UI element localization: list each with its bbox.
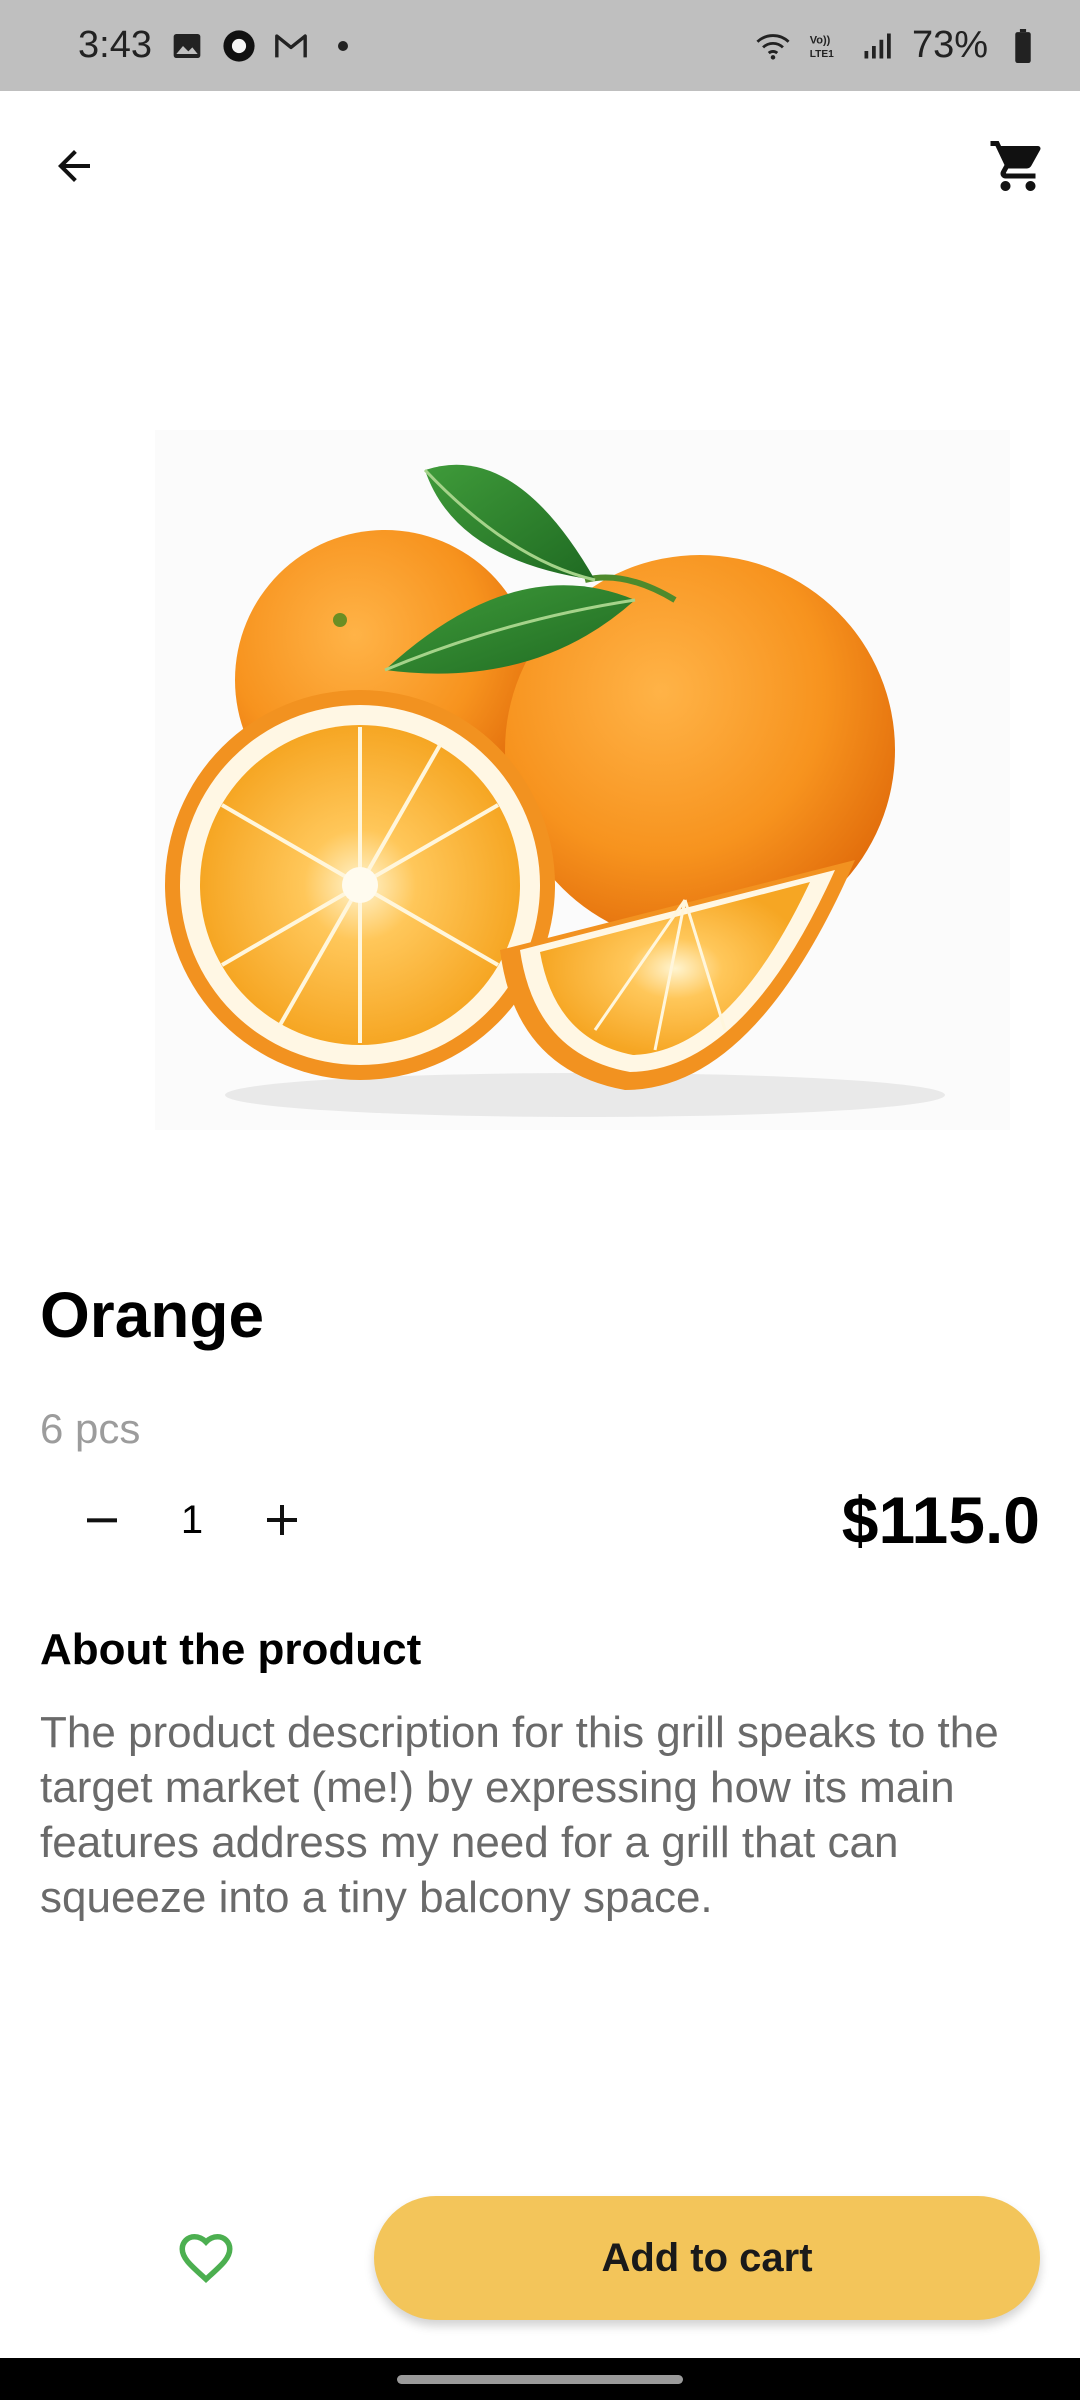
status-bar: 3:43 Vo)) LTE1 73%	[0, 0, 1080, 91]
status-time: 3:43	[78, 24, 152, 66]
gallery-icon	[170, 29, 204, 63]
shopping-cart-icon	[990, 141, 1041, 191]
product-description: The product description for this grill s…	[40, 1708, 999, 1922]
quantity-value: 1	[180, 1497, 204, 1542]
increase-quantity-button[interactable]	[250, 1488, 314, 1552]
svg-text:Vo)): Vo))	[810, 34, 831, 46]
volte-icon: Vo)) LTE1	[808, 29, 842, 63]
back-button[interactable]	[42, 134, 106, 198]
navigation-bar	[0, 2358, 1080, 2400]
product-unit: 6 pcs	[40, 1405, 141, 1452]
decrease-quantity-button[interactable]	[70, 1488, 134, 1552]
add-to-cart-button[interactable]: Add to cart	[374, 2196, 1040, 2320]
status-left: 3:43	[78, 24, 360, 67]
top-app-bar	[0, 91, 1080, 241]
favorite-button[interactable]	[170, 2222, 242, 2294]
plus-icon	[267, 1505, 297, 1535]
quantity-stepper: 1	[70, 1488, 314, 1552]
arrow-left-icon	[58, 150, 90, 182]
app-notification-icon	[222, 29, 256, 63]
signal-icon	[860, 29, 894, 63]
status-right: Vo)) LTE1 73%	[756, 24, 1040, 67]
cart-button[interactable]	[986, 134, 1050, 198]
dot-icon	[326, 29, 360, 63]
heart-outline-icon	[179, 2233, 233, 2283]
wifi-icon	[756, 29, 790, 63]
quantity-price-row: 1 $115.0	[70, 1480, 1040, 1560]
battery-percentage: 73%	[911, 24, 988, 66]
about-title: About the product	[40, 1625, 422, 1674]
home-handle[interactable]	[397, 2374, 683, 2384]
minus-icon	[87, 1518, 117, 1523]
product-price: $115.0	[841, 1483, 1040, 1557]
battery-icon	[1006, 28, 1040, 63]
gmail-icon	[274, 29, 308, 63]
orange-image	[155, 430, 1010, 1130]
svg-text:LTE1: LTE1	[810, 49, 834, 60]
product-image	[155, 430, 1010, 1130]
product-name: Orange	[40, 1279, 265, 1351]
